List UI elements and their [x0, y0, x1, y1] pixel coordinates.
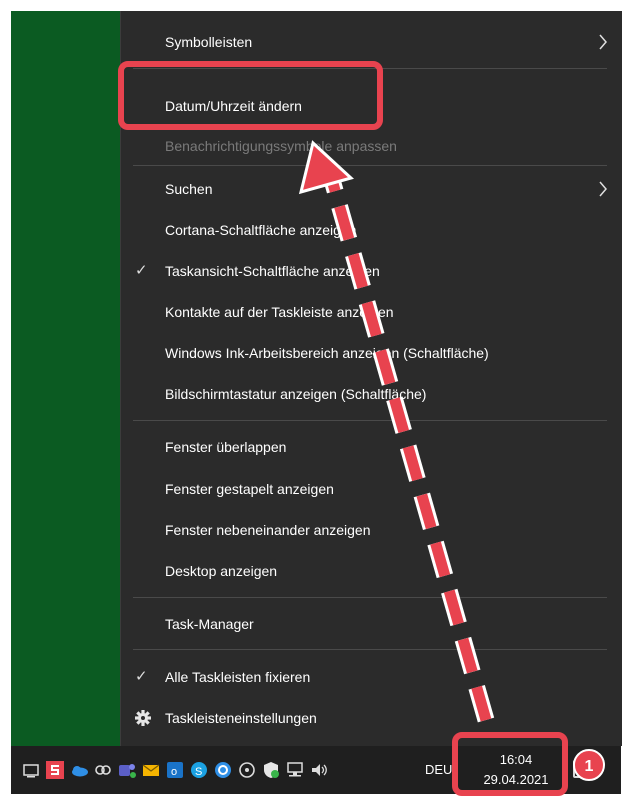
app-s-icon[interactable]	[45, 760, 65, 780]
menu-item-label: Desktop anzeigen	[165, 563, 278, 579]
menu-item-label: Bildschirmtastatur anzeigen (Schaltfläch…	[165, 386, 427, 402]
menu-item-fenster-nebeneinander[interactable]: Fenster nebeneinander anzeigen	[121, 510, 622, 550]
menu-item-label: Fenster nebeneinander anzeigen	[165, 522, 371, 538]
menu-item-suchen[interactable]: Suchen	[121, 169, 622, 209]
menu-item-label: Datum/Uhrzeit ändern	[165, 98, 302, 114]
menu-item-kontakte[interactable]: Kontakte auf der Taskleiste anzeigen	[121, 292, 622, 332]
menu-item-desktop-anzeigen[interactable]: Desktop anzeigen	[121, 551, 622, 591]
gear-icon	[135, 698, 151, 753]
menu-item-label: Taskansicht-Schaltfläche anzeigen	[165, 263, 380, 279]
menu-item-taskleisten-fixieren[interactable]: ✓ Alle Taskleisten fixieren	[121, 657, 622, 697]
menu-separator	[133, 597, 607, 598]
input-language-indicator[interactable]: DEU	[425, 746, 452, 794]
menu-item-label: Taskleisteneinstellungen	[165, 710, 317, 726]
menu-item-taskleisteneinstellungen[interactable]: Taskleisteneinstellungen	[121, 698, 622, 738]
network-icon[interactable]	[285, 760, 305, 780]
menu-item-datum-uhrzeit[interactable]: Datum/Uhrzeit ändern	[121, 86, 622, 126]
teams-icon[interactable]	[117, 760, 137, 780]
menu-item-taskansicht[interactable]: ✓ Taskansicht-Schaltfläche anzeigen	[121, 251, 622, 291]
menu-item-fenster-gestapelt[interactable]: Fenster gestapelt anzeigen	[121, 469, 622, 509]
menu-separator	[133, 420, 607, 421]
taskbar-context-menu: Symbolleisten Datum/Uhrzeit ändern Benac…	[120, 11, 622, 746]
svg-text:S: S	[195, 766, 202, 778]
menu-item-bildschirmtastatur[interactable]: Bildschirmtastatur anzeigen (Schaltfläch…	[121, 374, 622, 414]
menu-separator	[133, 68, 607, 69]
step-number-badge: 1	[573, 749, 605, 781]
menu-item-label: Task-Manager	[165, 616, 254, 632]
menu-item-task-manager[interactable]: Task-Manager	[121, 604, 622, 644]
taskbar: o S DEU 16:04 29.04.2021	[11, 746, 621, 794]
menu-item-symbolleisten[interactable]: Symbolleisten	[121, 22, 622, 62]
menu-item-label: Windows Ink-Arbeitsbereich anzeigen (Sch…	[165, 345, 489, 361]
clock-time: 16:04	[499, 752, 533, 767]
speaker-icon[interactable]	[309, 760, 329, 780]
sync-icon[interactable]	[213, 760, 233, 780]
menu-item-label: Cortana-Schaltfläche anzeigen	[165, 222, 357, 238]
checkmark-icon: ✓	[135, 262, 148, 279]
menu-item-label: Fenster gestapelt anzeigen	[165, 481, 334, 497]
menu-item-windows-ink[interactable]: Windows Ink-Arbeitsbereich anzeigen (Sch…	[121, 333, 622, 373]
menu-item-label: Symbolleisten	[165, 34, 253, 50]
menu-separator	[133, 165, 607, 166]
show-hidden-icon[interactable]	[21, 760, 41, 780]
mail-icon[interactable]	[141, 760, 161, 780]
outlook-icon[interactable]: o	[165, 760, 185, 780]
clock-date: 29.04.2021	[483, 772, 549, 787]
taskbar-clock[interactable]: 16:04 29.04.2021	[465, 748, 567, 792]
menu-item-label: Alle Taskleisten fixieren	[165, 669, 311, 685]
menu-item-label: Kontakte auf der Taskleiste anzeigen	[165, 304, 394, 320]
svg-text:o: o	[171, 766, 177, 778]
menu-item-label: Benachrichtigungssymbole anpassen	[165, 138, 397, 154]
checkmark-icon: ✓	[135, 668, 148, 685]
menu-item-cortana[interactable]: Cortana-Schaltfläche anzeigen	[121, 210, 622, 250]
onedrive-icon[interactable]	[69, 760, 89, 780]
menu-item-fenster-ueberlappen[interactable]: Fenster überlappen	[121, 427, 622, 467]
security-shield-icon[interactable]	[261, 760, 281, 780]
menu-item-label: Fenster überlappen	[165, 439, 287, 455]
skype-icon[interactable]: S	[189, 760, 209, 780]
menu-separator	[133, 649, 607, 650]
menu-item-benachrichtigungssymbole: Benachrichtigungssymbole anpassen	[121, 126, 622, 166]
menu-item-label: Suchen	[165, 181, 213, 197]
chat-icon[interactable]	[237, 760, 257, 780]
link-icon[interactable]	[93, 760, 113, 780]
